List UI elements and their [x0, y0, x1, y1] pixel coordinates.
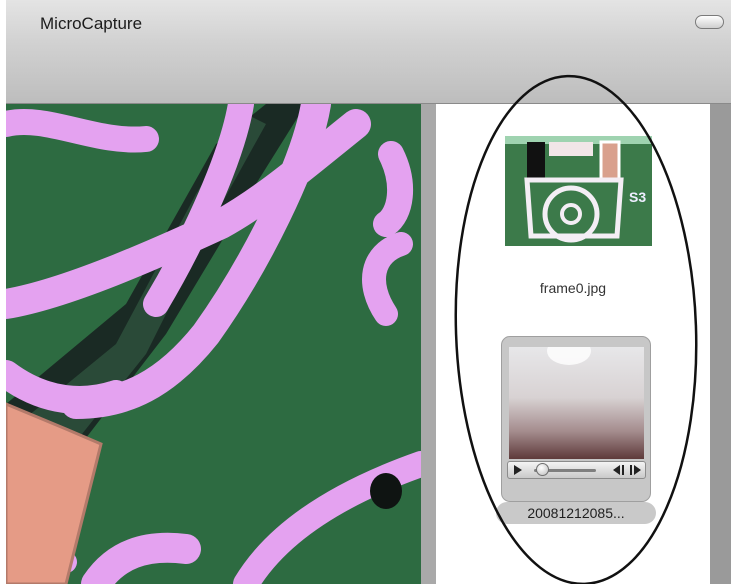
svg-text:S3: S3 [629, 189, 646, 205]
play-icon[interactable] [514, 465, 522, 475]
app-window: MicroCapture S3 frame0.jpg 20081212085..… [6, 0, 731, 584]
thumbnail-label-movie[interactable]: 20081212085... [496, 502, 656, 524]
toolbar-toggle-button[interactable] [695, 15, 724, 29]
sidebar-edge [710, 104, 731, 584]
scrub-handle[interactable] [536, 463, 549, 476]
pcb-thumbnail-image: S3 [505, 136, 652, 246]
live-preview [6, 104, 421, 584]
window-title: MicroCapture [40, 14, 143, 33]
title-bar[interactable]: MicroCapture [6, 0, 731, 104]
capture-sidebar: S3 frame0.jpg 20081212085... [436, 104, 710, 584]
step-forward-icon[interactable] [629, 465, 643, 475]
image-thumbnail-icon[interactable]: S3 [505, 136, 652, 246]
movie-frame-image [509, 347, 644, 459]
pcb-preview-image [6, 104, 421, 584]
thumbnail-label-frame0[interactable]: frame0.jpg [436, 280, 710, 296]
movie-thumbnail-icon[interactable] [501, 336, 651, 502]
step-back-icon[interactable] [611, 465, 625, 475]
movie-glare [547, 347, 591, 365]
movie-controller [507, 461, 646, 479]
